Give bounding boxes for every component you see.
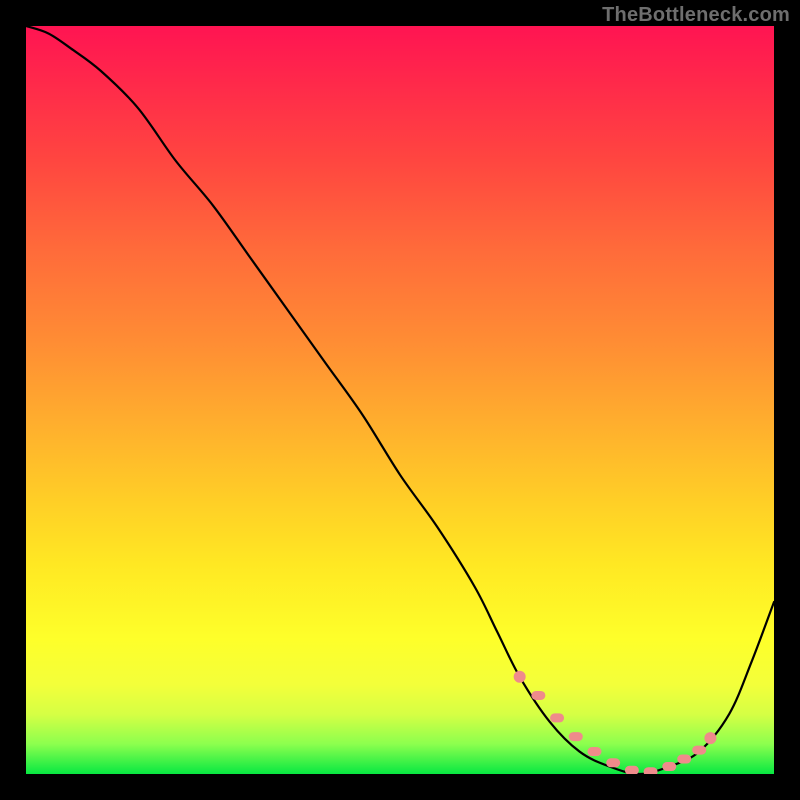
marker-dot	[692, 746, 706, 755]
plot-area	[26, 26, 774, 774]
marker-dot	[606, 758, 620, 767]
marker-dot	[569, 732, 583, 741]
plot-svg	[26, 26, 774, 774]
marker-dot	[644, 767, 658, 774]
marker-dot	[625, 766, 639, 774]
marker-dot	[587, 747, 601, 756]
highlight-markers	[514, 671, 717, 774]
marker-dot	[531, 691, 545, 700]
marker-dot	[677, 755, 691, 764]
marker-dot	[704, 732, 716, 744]
bottleneck-curve	[26, 26, 774, 774]
attribution-label: TheBottleneck.com	[602, 4, 790, 27]
marker-dot	[550, 713, 564, 722]
chart-frame: TheBottleneck.com	[0, 0, 800, 800]
marker-dot	[514, 671, 526, 683]
marker-dot	[662, 762, 676, 771]
